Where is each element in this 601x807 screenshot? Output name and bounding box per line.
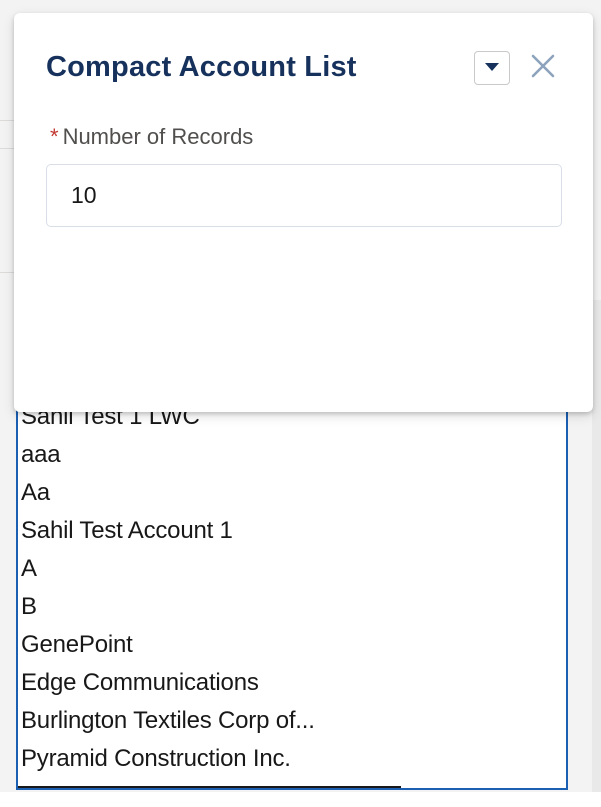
close-icon: [530, 53, 556, 84]
field-label-text: Number of Records: [62, 124, 254, 149]
popover-title: Compact Account List: [46, 51, 357, 83]
popover-menu-button[interactable]: [474, 51, 510, 85]
close-button[interactable]: [526, 51, 560, 85]
chevron-down-icon: [484, 59, 500, 77]
list-item[interactable]: Edge Communications: [21, 664, 315, 702]
bottom-strip: [0, 792, 601, 807]
list-footer-divider: [18, 786, 401, 788]
list-item[interactable]: GenePoint: [21, 626, 315, 664]
background-scroll-area: [592, 300, 601, 807]
account-list-panel: Sahil Test 1 LWC aaa Aa Sahil Test Accou…: [16, 380, 568, 790]
list-item[interactable]: Aa: [21, 474, 315, 512]
list-item[interactable]: aaa: [21, 436, 315, 474]
required-marker: *: [50, 124, 59, 149]
list-item[interactable]: Burlington Textiles Corp of...: [21, 702, 315, 740]
list-item[interactable]: Sahil Test Account 1: [21, 512, 315, 550]
account-list: Sahil Test 1 LWC aaa Aa Sahil Test Accou…: [21, 398, 315, 778]
list-item[interactable]: A: [21, 550, 315, 588]
number-of-records-label: * Number of Records: [50, 124, 253, 150]
list-item[interactable]: Pyramid Construction Inc.: [21, 740, 315, 778]
list-item[interactable]: B: [21, 588, 315, 626]
number-of-records-input[interactable]: [46, 164, 562, 227]
component-properties-popover: Compact Account List * Number of Records: [14, 13, 593, 412]
